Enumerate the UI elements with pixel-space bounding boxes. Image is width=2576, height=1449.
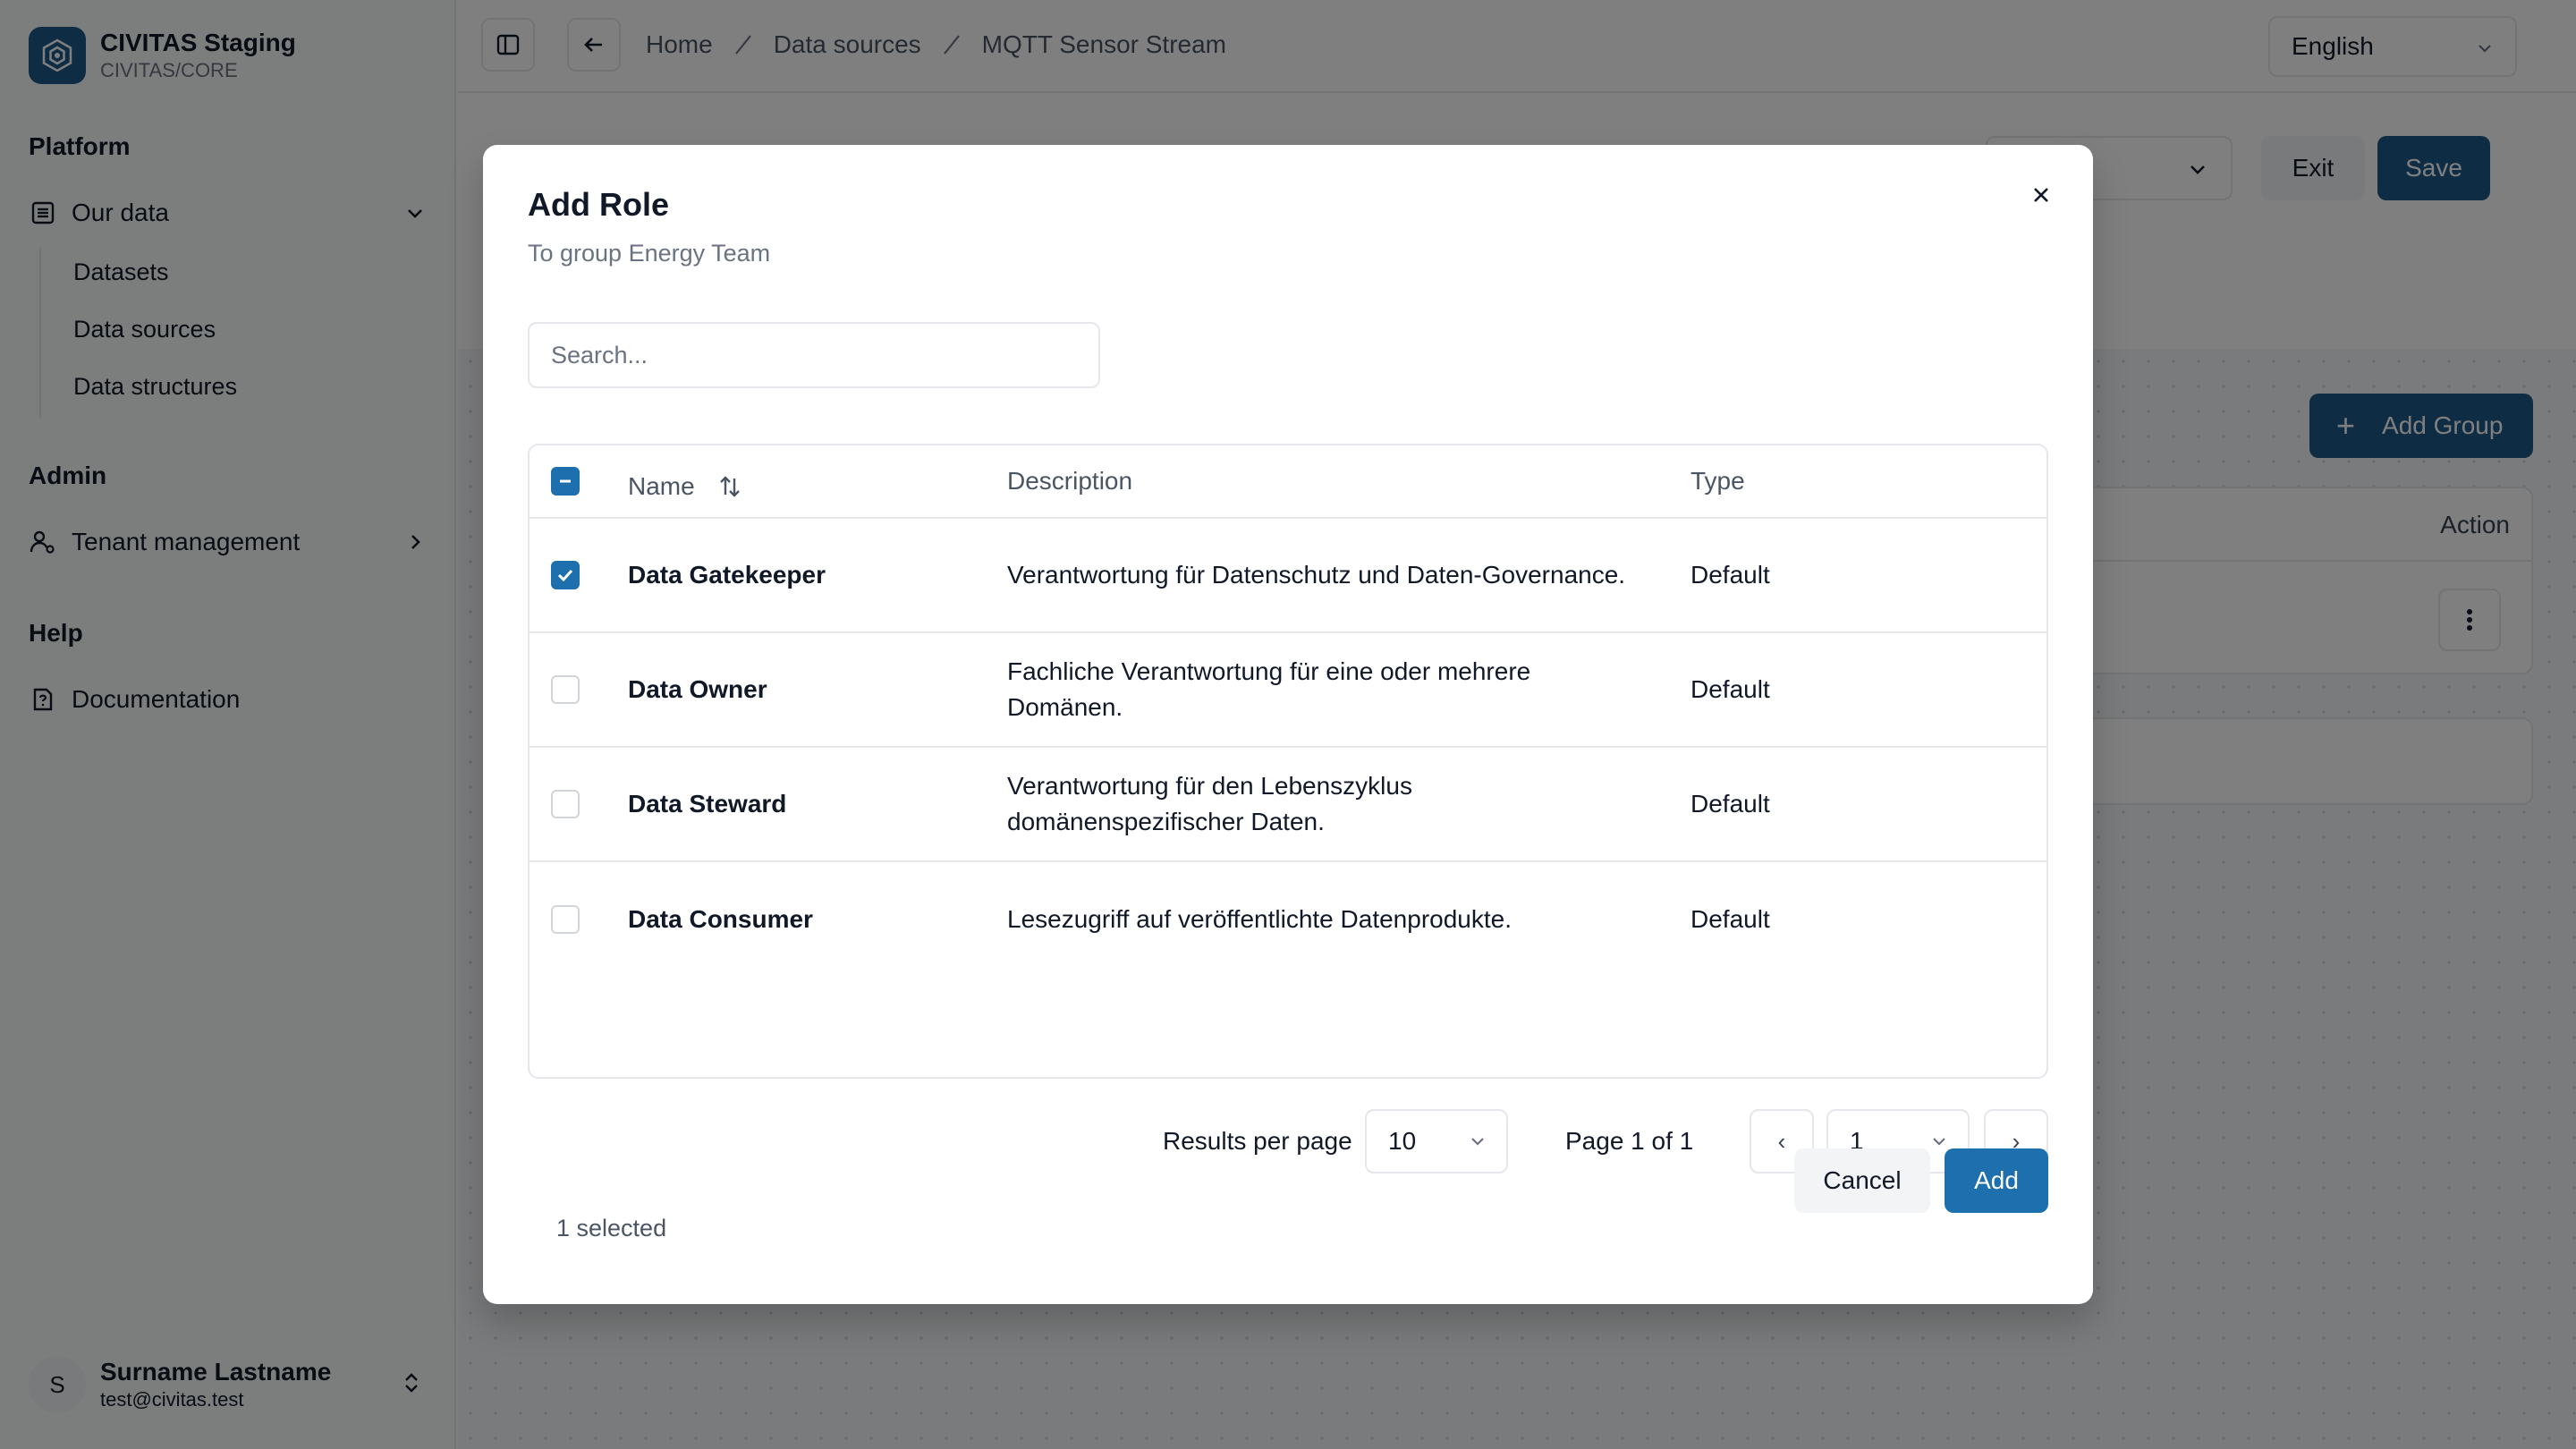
search-input[interactable]: [528, 322, 1100, 388]
role-name: Data Owner: [628, 675, 767, 703]
table-row[interactable]: Data Steward Verantwortung für den Leben…: [530, 748, 2046, 862]
page-info: Page 1 of 1: [1565, 1127, 1694, 1155]
results-per-page-label: Results per page: [1163, 1127, 1352, 1155]
results-per-page-select[interactable]: 10: [1365, 1109, 1508, 1174]
description-column-header: Description: [1007, 467, 1133, 495]
close-button[interactable]: [2023, 177, 2059, 213]
selected-count: 1 selected: [556, 1215, 667, 1241]
chevron-down-icon: [1467, 1131, 1488, 1152]
check-icon: [555, 565, 575, 585]
role-description: Verantwortung für den Lebenszyklus domän…: [1007, 772, 1412, 835]
role-type: Default: [1690, 675, 1770, 703]
role-description: Lesezugriff auf veröffentlichte Datenpro…: [1007, 905, 1512, 933]
row-checkbox[interactable]: [551, 905, 580, 934]
name-header-label: Name: [628, 472, 695, 500]
add-button[interactable]: Add: [1945, 1148, 2048, 1213]
row-checkbox[interactable]: [551, 675, 580, 704]
name-column-header[interactable]: Name: [628, 451, 743, 522]
role-description: Fachliche Verantwortung für eine oder me…: [1007, 657, 1531, 721]
table-row[interactable]: Data Gatekeeper Verantwortung für Datens…: [530, 519, 2046, 633]
dialog-subtitle: To group Energy Team: [528, 240, 771, 267]
select-all-checkbox[interactable]: [551, 467, 580, 496]
table-row[interactable]: Data Owner Fachliche Verantwortung für e…: [530, 633, 2046, 748]
role-name: Data Gatekeeper: [628, 561, 826, 589]
type-column-header: Type: [1690, 467, 1745, 495]
add-role-dialog: Add Role To group Energy Team Name Descr…: [483, 145, 2093, 1304]
sort-icon: [716, 473, 743, 500]
chevron-down-icon: [1928, 1131, 1950, 1152]
row-checkbox[interactable]: [551, 561, 580, 589]
row-checkbox[interactable]: [551, 790, 580, 818]
cancel-button[interactable]: Cancel: [1794, 1148, 1930, 1213]
role-type: Default: [1690, 790, 1770, 818]
table-row[interactable]: Data Consumer Lesezugriff auf veröffentl…: [530, 862, 2046, 977]
role-type: Default: [1690, 905, 1770, 933]
minus-icon: [556, 472, 574, 490]
results-per-page-value: 10: [1388, 1127, 1417, 1155]
role-type: Default: [1690, 561, 1770, 589]
close-icon: [2030, 184, 2052, 206]
dialog-title: Add Role: [528, 186, 669, 223]
role-name: Data Steward: [628, 790, 787, 818]
table-header: Name Description Type: [530, 445, 2046, 519]
roles-table: Name Description Type Data Gatekeeper Ve…: [528, 444, 2048, 1079]
role-name: Data Consumer: [628, 905, 813, 933]
role-description: Verantwortung für Datenschutz und Daten-…: [1007, 561, 1626, 589]
